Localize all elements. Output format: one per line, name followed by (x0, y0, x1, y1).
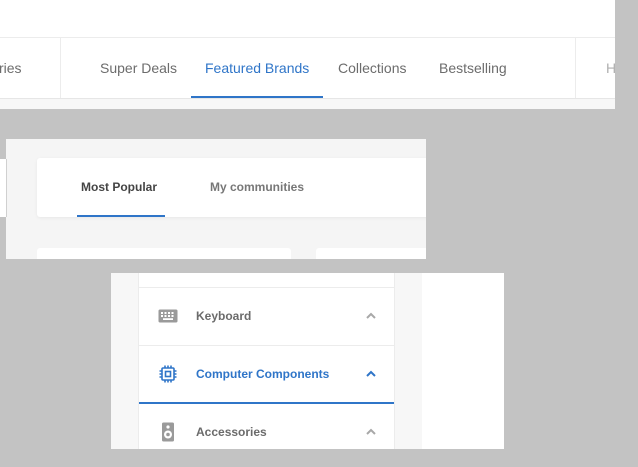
nav-item-bestselling[interactable]: Bestselling (439, 38, 507, 98)
nav-item-categories[interactable]: ries (0, 38, 22, 98)
category-label: Accessories (196, 425, 267, 439)
content-area (422, 273, 504, 449)
top-navigation-panel: ries Super Deals Featured Brands Collect… (0, 0, 615, 109)
nav-item-truncated[interactable]: H (606, 38, 615, 98)
nav-item-super-deals[interactable]: Super Deals (100, 38, 177, 98)
nav-item-featured-brands[interactable]: Featured Brands (205, 38, 309, 98)
header-bar (0, 0, 615, 38)
main-nav: ries Super Deals Featured Brands Collect… (0, 38, 615, 99)
active-tab-indicator (77, 215, 165, 217)
category-label: Computer Components (196, 367, 330, 381)
tab-my-communities[interactable]: My communities (210, 158, 304, 217)
keyboard-icon (158, 309, 178, 323)
tab-most-popular[interactable]: Most Popular (81, 158, 157, 217)
chevron-up-icon (366, 370, 376, 377)
category-label: Keyboard (196, 309, 252, 323)
category-menu-panel: Keyboard Computer Components Accessories (111, 273, 504, 449)
speaker-icon (162, 422, 174, 442)
category-item-keyboard[interactable]: Keyboard (139, 287, 394, 344)
nav-divider (575, 38, 576, 98)
edge-strip (0, 159, 7, 217)
category-list: Keyboard Computer Components Accessories (138, 273, 395, 449)
category-item-computer-components[interactable]: Computer Components (139, 345, 394, 404)
tab-bar: Most Popular My communities (37, 158, 426, 217)
community-tabs-panel: Most Popular My communities (6, 139, 426, 259)
category-item-accessories[interactable]: Accessories (139, 404, 394, 449)
nav-divider (60, 38, 61, 98)
chip-icon (159, 365, 177, 383)
active-nav-indicator (191, 96, 323, 98)
chevron-up-icon (366, 428, 376, 435)
chevron-up-icon (366, 312, 376, 319)
content-card (37, 248, 291, 259)
nav-item-collections[interactable]: Collections (338, 38, 406, 98)
content-card (316, 248, 426, 259)
